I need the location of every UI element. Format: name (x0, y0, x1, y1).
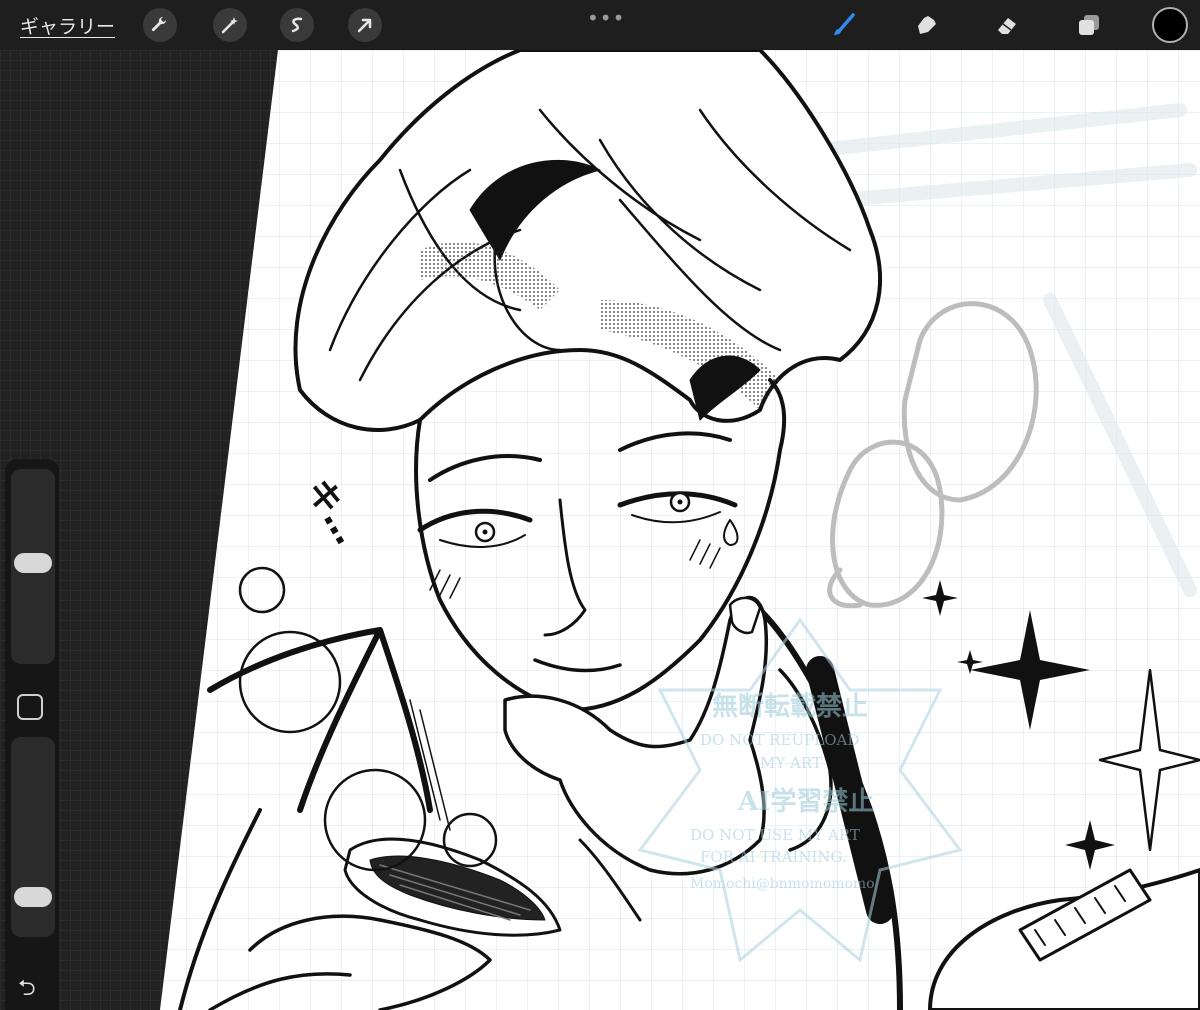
undo-icon[interactable]: ⮌ (18, 971, 36, 1009)
wrench-icon (151, 16, 167, 32)
brush-size-slider[interactable] (11, 469, 55, 664)
brush-icon (834, 13, 855, 35)
canvas[interactable]: キ… 無断転載禁止 DO NOT REUPLOAD MY ART AI学習禁止 … (0, 50, 1200, 1010)
more-options-dots[interactable]: ••• (587, 6, 625, 30)
watermark-line1: 無断転載禁止 (712, 691, 868, 722)
layers-icon (1079, 15, 1099, 35)
artwork-canvas[interactable]: キ… 無断転載禁止 DO NOT REUPLOAD MY ART AI学習禁止 … (0, 50, 1200, 1010)
actions-button[interactable] (143, 8, 177, 42)
opacity-thumb[interactable] (14, 886, 52, 907)
arrow-icon (357, 18, 372, 33)
eraser-button[interactable] (990, 8, 1024, 42)
transform-button[interactable] (348, 8, 382, 42)
opacity-slider[interactable] (11, 737, 55, 937)
brush-button[interactable] (827, 8, 861, 42)
brush-size-thumb[interactable] (14, 553, 52, 574)
left-sidebar: ⮌ (5, 459, 59, 1010)
watermark-line3: MY ART (760, 754, 822, 772)
watermark-line7: Momochi@bnmomomomo (690, 876, 875, 892)
magic-wand-icon (221, 17, 238, 34)
selection-button[interactable] (280, 8, 314, 42)
smudge-icon (918, 16, 936, 34)
selection-icon (291, 17, 303, 33)
gallery-button[interactable]: ギャラリー (20, 12, 115, 39)
watermark-line2: DO NOT REUPLOAD (700, 731, 859, 749)
modify-square-icon[interactable] (17, 694, 43, 720)
color-picker-button[interactable] (1152, 7, 1188, 43)
layers-button[interactable] (1072, 8, 1106, 42)
eraser-icon (998, 18, 1016, 34)
watermark-line4: AI学習禁止 (737, 786, 874, 817)
smudge-button[interactable] (910, 8, 944, 42)
adjustments-button[interactable] (213, 8, 247, 42)
watermark-line5: DO NOT USE MY ART (690, 826, 860, 844)
top-toolbar: ギャラリー ••• (0, 0, 1200, 50)
watermark-line6: FOR AI TRAINING. (700, 848, 847, 866)
